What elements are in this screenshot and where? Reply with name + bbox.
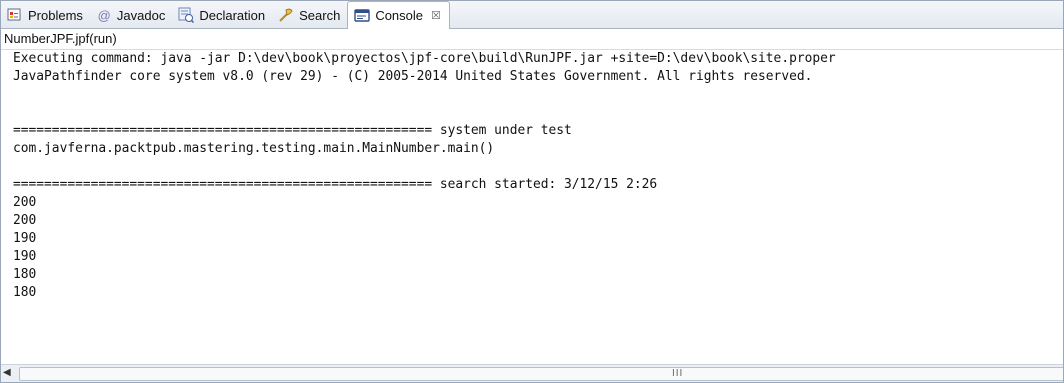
console-icon — [354, 8, 371, 24]
tab-label: Javadoc — [116, 7, 166, 23]
scrollbar-grip: III — [672, 368, 684, 379]
output-line: 200 — [13, 195, 37, 210]
problems-icon — [7, 7, 23, 23]
tab-label: Problems — [28, 7, 83, 23]
tab-declaration[interactable]: Declaration — [172, 2, 272, 28]
output-line: 190 — [13, 231, 37, 246]
output-line: JavaPathfinder core system v8.0 (rev 29)… — [13, 69, 813, 84]
output-line: ========================================… — [13, 123, 572, 138]
tab-search[interactable]: Search — [272, 2, 347, 28]
output-line: 180 — [13, 267, 37, 282]
output-line: com.javferna.packtpub.mastering.testing.… — [13, 141, 495, 156]
console-view: Problems @ Javadoc Declaration Search Co… — [0, 0, 1064, 383]
scrollbar-thumb[interactable]: III — [19, 367, 1063, 381]
tab-label: Console — [375, 8, 424, 23]
declaration-icon — [178, 7, 195, 23]
tab-console[interactable]: Console ☒ — [347, 1, 450, 29]
tab-label: Declaration — [199, 7, 266, 23]
scroll-left-icon[interactable]: ◀ — [3, 367, 11, 378]
console-output[interactable]: Executing command: java -jar D:\dev\book… — [1, 50, 1063, 365]
search-icon — [278, 7, 294, 23]
output-line: ========================================… — [13, 177, 658, 192]
javadoc-icon: @ — [97, 7, 111, 23]
output-line: 200 — [13, 213, 37, 228]
console-title: NumberJPF.jpf(run) — [1, 29, 1063, 50]
tab-javadoc[interactable]: @ Javadoc — [90, 2, 172, 28]
tab-problems[interactable]: Problems — [1, 2, 90, 28]
tab-label: Search — [299, 7, 341, 23]
view-tab-bar: Problems @ Javadoc Declaration Search Co… — [1, 1, 1063, 29]
horizontal-scrollbar[interactable]: ◀ III — [1, 364, 1063, 382]
output-line: Executing command: java -jar D:\dev\book… — [13, 51, 836, 66]
close-icon[interactable]: ☒ — [431, 9, 441, 22]
output-line: 180 — [13, 285, 37, 300]
output-line: 190 — [13, 249, 37, 264]
